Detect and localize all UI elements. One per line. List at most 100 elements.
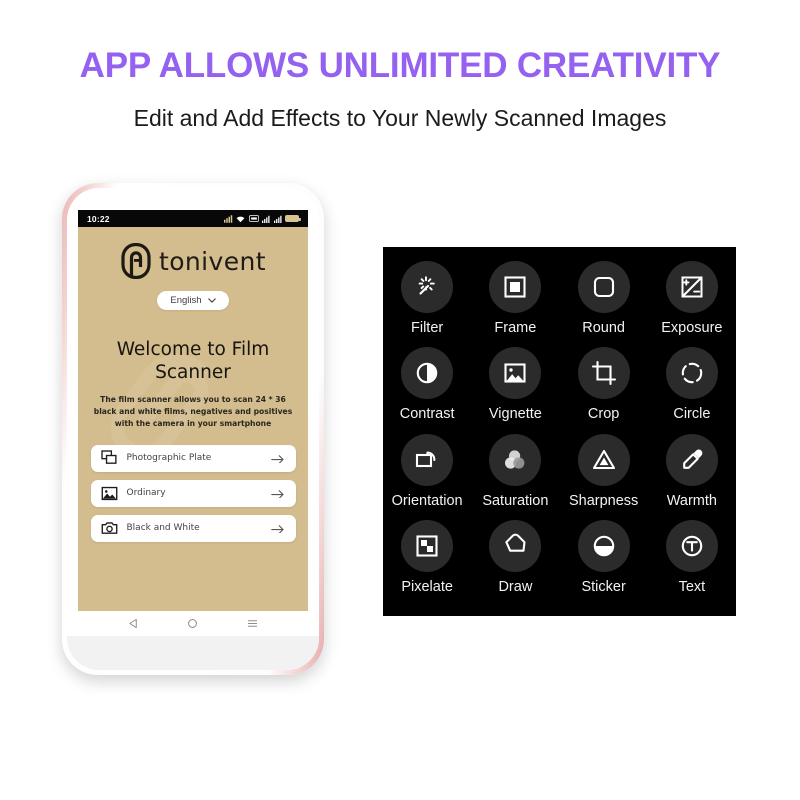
tool-label: Vignette [488,406,542,423]
tool-label: Pixelate [401,578,453,595]
tool-circle [665,261,718,313]
tool-text[interactable]: Text [648,519,736,595]
magic-wand-icon [418,276,435,295]
tool-circle [489,347,542,400]
tool-circle [401,347,454,400]
page-header: APP ALLOWS UNLIMITED CREATIVITY Edit and… [0,0,800,132]
pencil-draw-icon [505,533,526,552]
tool-circle-shape[interactable]: Circle [648,347,736,422]
image-icon [101,486,117,500]
crop-icon [591,361,616,386]
tool-circle [577,261,630,313]
sticker-half-fill-icon [593,535,614,556]
option-label: Ordinary [126,488,166,499]
tool-contrast[interactable]: Contrast [383,347,471,422]
option-photographic-plate[interactable]: Photographic Plate [90,444,296,472]
tool-circle [665,519,718,572]
welcome-title: Welcome to Film Scanner [116,339,270,384]
tool-circle [401,261,454,313]
language-value: English [170,295,202,306]
camera-icon [101,521,117,534]
chevron-down-icon [207,298,216,303]
tool-label: Exposure [661,320,723,336]
three-circles-icon [505,449,525,469]
tool-label: Crop [587,406,620,423]
tool-circle [577,347,630,400]
tool-label: Sharpness [568,492,639,509]
tool-circle [665,433,718,486]
triangle-sharpness-icon [592,449,615,469]
status-icon-group [223,214,301,223]
image-vignette-icon [504,363,526,383]
signal-data-icon [223,214,232,223]
tool-circle [489,261,542,313]
screen-content: tonivent English Welcome to Film Scanner… [78,227,308,611]
tool-label: Saturation [482,492,549,509]
arrow-right-icon [270,525,284,534]
cellular-2-icon [273,215,282,223]
tool-circle [577,433,630,486]
tool-circle [665,347,718,400]
tool-draw[interactable]: Draw [471,519,559,595]
phone-mockup: 10:22 tonivent English Welcome to Film S… [62,183,324,675]
tool-circle [577,519,630,572]
tool-label: Round [582,320,625,336]
triangle-back-icon[interactable] [128,618,139,629]
tool-circle [401,519,454,572]
status-time: 10:22 [87,213,110,224]
tool-circle [489,433,542,486]
tool-circle [489,519,542,572]
option-ordinary[interactable]: Ordinary [90,479,296,507]
option-black-and-white[interactable]: Black and White [90,514,296,542]
tool-frame[interactable]: Frame [471,261,559,336]
editor-tools-panel: Filter Frame Round Exposure Contrast Vig… [383,247,736,616]
pixelate-squares-icon [416,535,438,557]
tool-label: Sticker [581,578,626,595]
brand-name: tonivent [159,246,266,276]
tool-filter[interactable]: Filter [383,261,471,336]
dashed-circle-icon [681,363,703,384]
page-subtitle: Edit and Add Effects to Your Newly Scann… [133,104,667,131]
tool-label: Circle [673,406,711,423]
battery-icon [285,214,301,223]
tool-saturation[interactable]: Saturation [471,433,559,509]
tool-sticker[interactable]: Sticker [560,519,648,595]
frame-square-icon [504,276,526,298]
tool-exposure[interactable]: Exposure [648,261,736,336]
menu-recents-icon[interactable] [247,618,258,629]
phone-chin [67,636,319,670]
android-nav-bar [78,611,308,636]
circle-home-icon[interactable] [187,618,198,629]
welcome-description: The film scanner allows you to scan 24 *… [93,395,293,428]
tool-label: Contrast [399,406,455,423]
language-selector[interactable]: English [157,291,229,310]
tool-pixelate[interactable]: Pixelate [383,519,471,595]
rotate-rectangle-icon [416,450,436,467]
brand-lockup: tonivent [120,243,266,279]
tool-warmth[interactable]: Warmth [648,433,736,509]
cellular-1-icon [262,215,270,223]
wifi-icon [236,216,245,222]
tool-label: Warmth [666,492,717,509]
tool-vignette[interactable]: Vignette [471,347,559,422]
tool-grid: Filter Frame Round Exposure Contrast Vig… [383,261,736,606]
tonivent-logo-icon [121,243,151,279]
tool-circle [401,433,454,486]
text-t-circle-icon [681,535,703,556]
rounded-square-icon [593,276,614,298]
arrow-right-icon [270,490,284,499]
page-title: APP ALLOWS UNLIMITED CREATIVITY [79,46,721,85]
tool-orientation[interactable]: Orientation [383,433,471,509]
tool-label: Filter [411,320,444,336]
option-label: Photographic Plate [126,453,212,464]
tool-crop[interactable]: Crop [560,347,648,422]
exposure-icon [681,276,703,298]
tool-sharpness[interactable]: Sharpness [560,433,648,509]
contrast-half-circle-icon [416,363,438,384]
plates-stack-icon [100,449,117,464]
arrow-right-icon [270,455,284,464]
tool-label: Text [678,578,706,595]
tool-label: Orientation [391,492,463,509]
tool-round[interactable]: Round [560,261,648,336]
tool-label: Frame [494,320,537,336]
